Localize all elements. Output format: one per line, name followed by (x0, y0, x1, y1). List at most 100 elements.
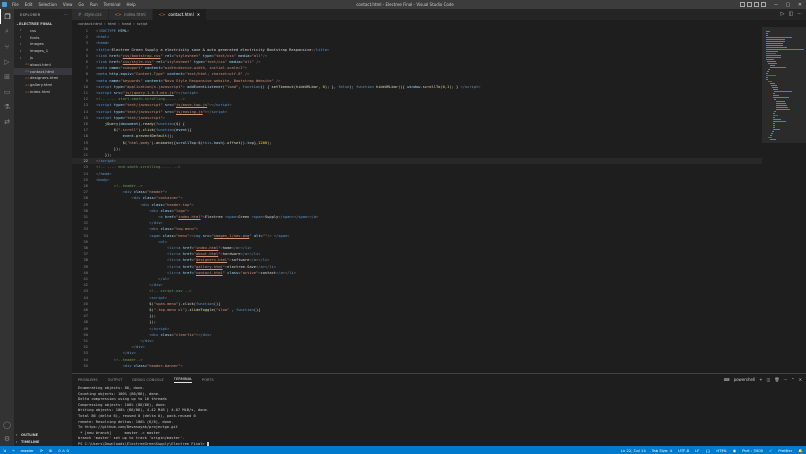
tab-label: index.html (124, 12, 146, 17)
panel-tab-ports[interactable]: PORTS (202, 378, 214, 382)
source-control-icon[interactable]: ⑂ (0, 39, 14, 54)
run-debug-icon[interactable]: ▷ (0, 54, 14, 69)
tab-style-css[interactable]: # style.css (72, 9, 109, 20)
code-text: <div class="header-banner"> (122, 363, 183, 368)
menu-item-selection[interactable]: Selection (35, 2, 59, 7)
branch-name[interactable]: master (20, 448, 33, 453)
encoding[interactable]: UTF-8 (678, 448, 689, 453)
close-panel-icon[interactable]: ✕ (799, 377, 802, 382)
live-server-port[interactable]: Port : 5500 (742, 448, 763, 453)
panel-tabs: PROBLEMS OUTPUT DEBUG CONSOLE TERMINAL PORTS (72, 374, 806, 386)
file-label: contact.html (30, 68, 55, 74)
live-share-icon[interactable]: ⇄ (0, 114, 14, 129)
check-icon: ✓ (769, 447, 773, 453)
close-icon[interactable]: ✕ (794, 2, 806, 8)
file-item[interactable]: <> gallery.html (14, 81, 72, 88)
manage-gear-icon[interactable]: ⚙ (0, 431, 14, 446)
folder-item[interactable]: › fonts (14, 34, 72, 41)
code-editor[interactable]: 1 <!DOCTYPE HTML> 2 <html> 3 <head> 4 <title>El… (72, 27, 762, 373)
chevron-right-icon: › (20, 28, 22, 33)
more-actions-icon[interactable]: ··· (797, 11, 802, 17)
html-file-icon: <> (158, 12, 166, 17)
menu-item-help[interactable]: Help (124, 2, 139, 7)
sync-icon[interactable]: ⟳ (40, 448, 43, 453)
file-item[interactable]: <> designers.html (14, 75, 72, 82)
more-actions-icon[interactable]: ··· (783, 377, 787, 382)
file-item[interactable]: <> contact.html (14, 67, 72, 75)
extensions-icon[interactable]: ⊞ (0, 69, 14, 84)
minimize-icon[interactable]: − (770, 2, 782, 8)
menu-item-view[interactable]: View (60, 2, 76, 7)
tab-label: contact.html (168, 12, 194, 17)
customize-layout-icon[interactable] (761, 2, 766, 7)
end-of-line[interactable]: LF (695, 448, 699, 453)
split-terminal-icon[interactable]: ◫ (767, 377, 771, 382)
tab-label: style.css (84, 12, 102, 17)
timeline-label: TIMELINE (21, 440, 40, 444)
bottom-panel: PROBLEMS OUTPUT DEBUG CONSOLE TERMINAL PORTS… (72, 373, 806, 446)
panel-tab-output[interactable]: OUTPUT (108, 378, 123, 382)
folder-item[interactable]: › images_1 (14, 47, 72, 54)
folder-item[interactable]: › css (14, 27, 72, 34)
panel-tab-terminal[interactable]: TERMINAL (173, 377, 193, 383)
new-terminal-icon[interactable]: + (759, 377, 762, 382)
breadcrumb-item[interactable]: script (137, 21, 148, 26)
panel-tab-debug-console[interactable]: DEBUG CONSOLE (132, 378, 163, 382)
timeline-section[interactable]: › TIMELINE (14, 439, 72, 445)
split-editor-icon[interactable]: ◫ (788, 11, 793, 17)
git-branch-icon: ⑂ (12, 447, 15, 453)
minimap[interactable] (762, 27, 806, 373)
trash-icon[interactable]: 🗑 (774, 377, 779, 382)
account-icon[interactable]: ◯ (0, 417, 14, 432)
explorer-icon[interactable]: ❐ (0, 9, 14, 24)
file-item[interactable]: <> about.html (14, 61, 72, 68)
maximize-icon[interactable]: ▢ (782, 2, 794, 8)
tab-index-html[interactable]: <> index.html (108, 9, 153, 20)
language-mode[interactable]: HTML (716, 448, 727, 453)
menu-item-edit[interactable]: Edit (22, 2, 36, 7)
menu-item-run[interactable]: Run (87, 2, 101, 7)
tab-contact-html[interactable]: <> contact.html ✕ (152, 9, 208, 20)
terminal-output[interactable]: Enumerating objects: 86, done. Counting o… (72, 386, 806, 448)
breadcrumb-item[interactable]: html (108, 21, 117, 26)
file-label: about.html (30, 61, 51, 67)
problems-count[interactable]: 0 ⚠ 0 (58, 448, 69, 453)
folder-item[interactable]: › js (14, 54, 72, 61)
testing-icon[interactable]: ⚗ (0, 99, 14, 114)
menu-item-file[interactable]: File (9, 2, 22, 7)
file-label: css (30, 27, 37, 33)
search-icon[interactable]: ⌕ (0, 24, 14, 39)
prettier-status[interactable]: Prettier (778, 448, 792, 453)
terminal-shell-label[interactable]: powershell (734, 377, 756, 382)
css-file-icon: # (78, 12, 82, 17)
cursor-position[interactable]: Ln 22, Col 14 (621, 448, 646, 453)
broadcast-icon: ◉ (732, 447, 737, 453)
file-tree: › css › fonts › images › images_1 › js <> about.htm… (14, 27, 72, 95)
toggle-sidebar-icon[interactable] (740, 2, 745, 7)
maximize-panel-icon[interactable]: ⌃ (791, 377, 794, 382)
toggle-panel-icon[interactable] (747, 2, 752, 7)
breadcrumb-item[interactable]: contact.html (78, 21, 102, 26)
code-line[interactable]: 55 <div class="header-banner"> (72, 363, 762, 369)
activity-bar: ❐ ⌕ ⑂ ▷ ⊞ ▭ ⚗ ⇄ ◯ ⚙ (0, 9, 14, 446)
menu-bar: File Edit Selection View Go Run Terminal Help (9, 2, 139, 7)
indentation[interactable]: Tab Size: 4 (652, 448, 672, 453)
panel-tab-problems[interactable]: PROBLEMS (78, 378, 98, 382)
toggle-secondary-sidebar-icon[interactable] (754, 2, 759, 7)
run-icon[interactable]: ▷ (781, 11, 785, 17)
remote-explorer-icon[interactable]: ▭ (0, 84, 14, 99)
editor-actions: ▷ ◫ ··· (781, 11, 802, 17)
menu-item-terminal[interactable]: Terminal (101, 2, 124, 7)
folder-item[interactable]: › images (14, 41, 72, 48)
remote-icon[interactable]: ⇲ (3, 448, 6, 453)
breadcrumb-item[interactable]: head (122, 21, 131, 26)
menu-item-go[interactable]: Go (75, 2, 87, 7)
minimap-viewport[interactable] (762, 27, 806, 143)
outline-section[interactable]: › OUTLINE (14, 432, 72, 438)
errors-icon: ⊗ (49, 447, 53, 453)
more-actions-icon[interactable]: ··· (64, 13, 68, 17)
file-item[interactable]: <> index.html (14, 88, 72, 95)
notifications-bell-icon[interactable]: 🔔 (798, 448, 803, 453)
close-tab-icon[interactable]: ✕ (197, 12, 200, 17)
explorer-title: EXPLORER (20, 13, 41, 17)
